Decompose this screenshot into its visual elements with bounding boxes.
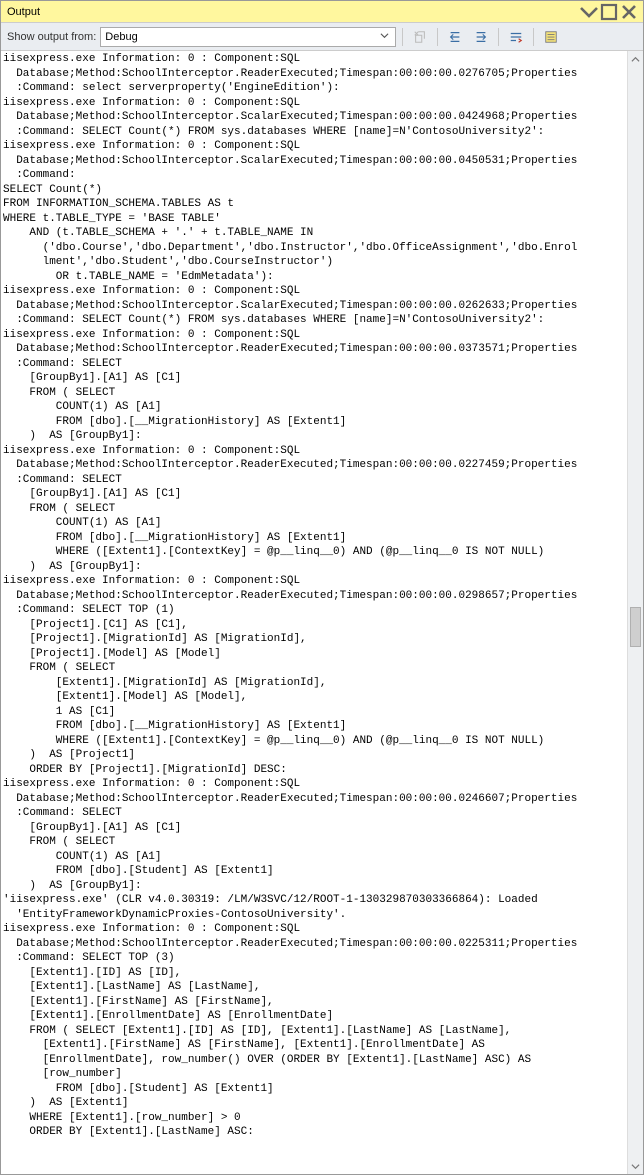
toolbar-separator (437, 28, 438, 46)
indent-left-button[interactable] (444, 26, 466, 48)
toolbar: Show output from: Debug (1, 23, 643, 51)
output-source-dropdown[interactable]: Debug (100, 27, 396, 47)
toolbar-separator (498, 28, 499, 46)
dropdown-selected: Debug (105, 31, 377, 43)
title-bar: Output (1, 1, 643, 23)
clear-output-button[interactable] (409, 26, 431, 48)
scroll-up-arrow[interactable] (628, 51, 643, 67)
indent-right-button[interactable] (470, 26, 492, 48)
chevron-down-icon (377, 31, 391, 42)
vertical-scrollbar[interactable] (627, 51, 643, 1174)
settings-button[interactable] (540, 26, 562, 48)
scroll-down-arrow[interactable] (628, 1158, 643, 1174)
close-button[interactable] (619, 4, 639, 20)
panel-title: Output (5, 6, 579, 18)
toolbar-separator (402, 28, 403, 46)
maximize-button[interactable] (599, 4, 619, 20)
show-output-label: Show output from: (7, 31, 96, 43)
output-log-text[interactable]: iisexpress.exe Information: 0 : Componen… (1, 51, 627, 1174)
toggle-wordwrap-button[interactable] (505, 26, 527, 48)
scrollbar-thumb[interactable] (630, 607, 641, 647)
toolbar-separator (533, 28, 534, 46)
scrollbar-track[interactable] (628, 67, 643, 1158)
dropdown-caret-button[interactable] (579, 4, 599, 20)
